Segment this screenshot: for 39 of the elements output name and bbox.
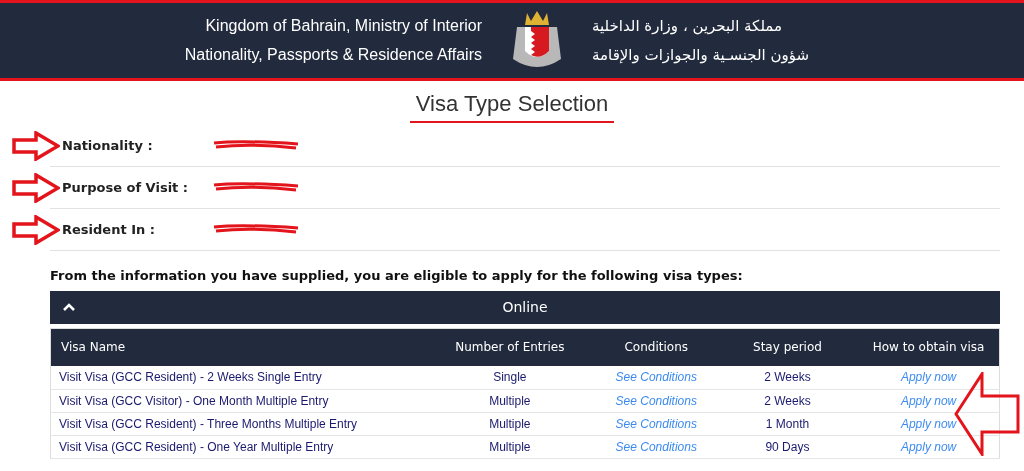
eligibility-text: From the information you have supplied, you are eligible to apply for the following visa types:	[50, 267, 744, 285]
field-label: Nationality :	[62, 136, 154, 155]
conditions-link[interactable]: See Conditions	[595, 366, 717, 389]
table-cell: 2 Weeks	[716, 366, 859, 389]
apply-link[interactable]: Apply now	[858, 389, 1000, 412]
table-cell: 90 Days	[716, 435, 859, 458]
table-cell: Visit Visa (GCC Resident) - Three Months Multiple Entry	[50, 412, 425, 435]
annotation-arrow-icon	[12, 215, 60, 245]
annotation-arrow-icon	[12, 131, 60, 161]
page-title: Visa Type Selection	[409, 91, 615, 123]
apply-link[interactable]: Apply now	[858, 412, 1000, 435]
conditions-link[interactable]: See Conditions	[595, 412, 717, 435]
conditions-link[interactable]: See Conditions	[595, 435, 717, 458]
header-text: Kingdom of Bahrain, Ministry of Interior	[205, 16, 482, 36]
column-header: Visa Name	[50, 328, 425, 366]
table-cell: Visit Visa (GCC Resident) - One Year Multiple Entry	[50, 435, 425, 458]
table-cell: 2 Weeks	[716, 389, 859, 412]
section-header[interactable]: Online	[50, 290, 1000, 324]
column-header: Conditions	[595, 328, 717, 366]
column-header: Stay period	[716, 328, 859, 366]
column-header: Number of Entries	[424, 328, 596, 366]
section-title: Online	[502, 297, 548, 317]
annotation-arrow-icon	[12, 173, 60, 203]
header-text: مملكة البحرين ، وزارة الداخلية	[592, 16, 783, 37]
table-cell: Multiple	[424, 435, 596, 458]
header-text: Nationality, Passports & Residence Affairs	[184, 45, 482, 65]
column-header: How to obtain visa	[858, 328, 1000, 366]
table-cell: Single	[424, 366, 596, 389]
table-cell: Multiple	[424, 412, 596, 435]
table-cell: Visit Visa (GCC Resident) - 2 Weeks Single Entry	[50, 366, 425, 389]
header-text: شؤون الجنسـية والجوازات والإقامة	[592, 44, 810, 66]
conditions-link[interactable]: See Conditions	[595, 389, 717, 412]
field-label: Resident In :	[62, 220, 156, 239]
table-cell: 1 Month	[716, 412, 859, 435]
apply-link[interactable]: Apply now	[858, 366, 1000, 389]
table-cell: Multiple	[424, 389, 596, 412]
table-cell: Visit Visa (GCC Visitor) - One Month Multiple Entry	[50, 389, 425, 412]
field-label: Purpose of Visit :	[62, 178, 190, 197]
apply-link[interactable]: Apply now	[858, 435, 1000, 458]
